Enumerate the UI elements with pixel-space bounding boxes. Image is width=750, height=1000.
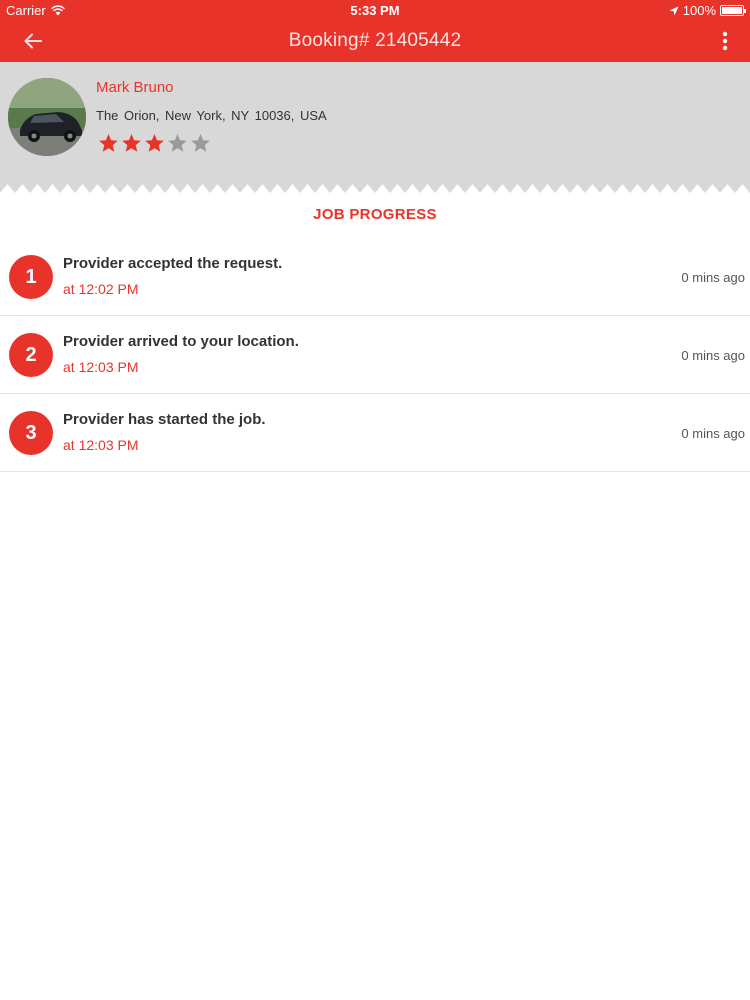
battery-icon — [720, 5, 746, 16]
rating-stars — [98, 133, 211, 154]
provider-profile-header: Mark Bruno The Orion, New York, NY 10036… — [0, 62, 750, 198]
status-time: 5:33 PM — [350, 3, 400, 18]
page-title: Booking# 21405442 — [288, 30, 462, 51]
step-relative-time: 0 mins ago — [681, 270, 745, 285]
location-arrow-icon — [669, 6, 679, 15]
step-time: at 12:03 PM — [63, 437, 139, 453]
battery-percent: 100% — [682, 3, 716, 18]
list-item[interactable]: 2 Provider arrived to your location. at 12… — [0, 316, 750, 394]
provider-name: Mark Bruno — [96, 79, 174, 96]
status-right-group: 100% — [669, 3, 746, 18]
step-number-badge: 1 — [9, 255, 53, 299]
step-relative-time: 0 mins ago — [681, 426, 745, 441]
star-filled-icon — [122, 134, 141, 152]
step-title: Provider arrived to your location. — [63, 333, 299, 350]
job-progress-list: 1 Provider accepted the request. at 12:02 … — [0, 238, 750, 472]
star-filled-icon — [145, 134, 164, 152]
more-vertical-icon — [722, 31, 728, 51]
step-title: Provider has started the job. — [63, 411, 266, 428]
step-time: at 12:02 PM — [63, 281, 139, 297]
job-progress-title: JOB PROGRESS — [313, 206, 437, 223]
avatar — [8, 78, 86, 156]
star-filled-icon — [99, 134, 118, 152]
star-empty-icon — [168, 134, 187, 152]
step-number-badge: 3 — [9, 411, 53, 455]
nav-bar: Booking# 21405442 — [0, 20, 750, 62]
more-options-button[interactable] — [718, 26, 732, 56]
list-item[interactable]: 3 Provider has started the job. at 12:03 P… — [0, 394, 750, 472]
step-title: Provider accepted the request. — [63, 255, 283, 272]
step-number-badge: 2 — [9, 333, 53, 377]
zigzag-divider — [0, 184, 750, 198]
provider-address: The Orion, New York, NY 10036, USA — [96, 108, 327, 123]
step-time: at 12:03 PM — [63, 359, 139, 375]
star-empty-icon — [191, 134, 210, 152]
status-bar: Carrier 5:33 PM 100% — [0, 0, 750, 20]
car-photo-icon — [8, 78, 86, 156]
list-item[interactable]: 1 Provider accepted the request. at 12:02 … — [0, 238, 750, 316]
step-relative-time: 0 mins ago — [681, 348, 745, 363]
